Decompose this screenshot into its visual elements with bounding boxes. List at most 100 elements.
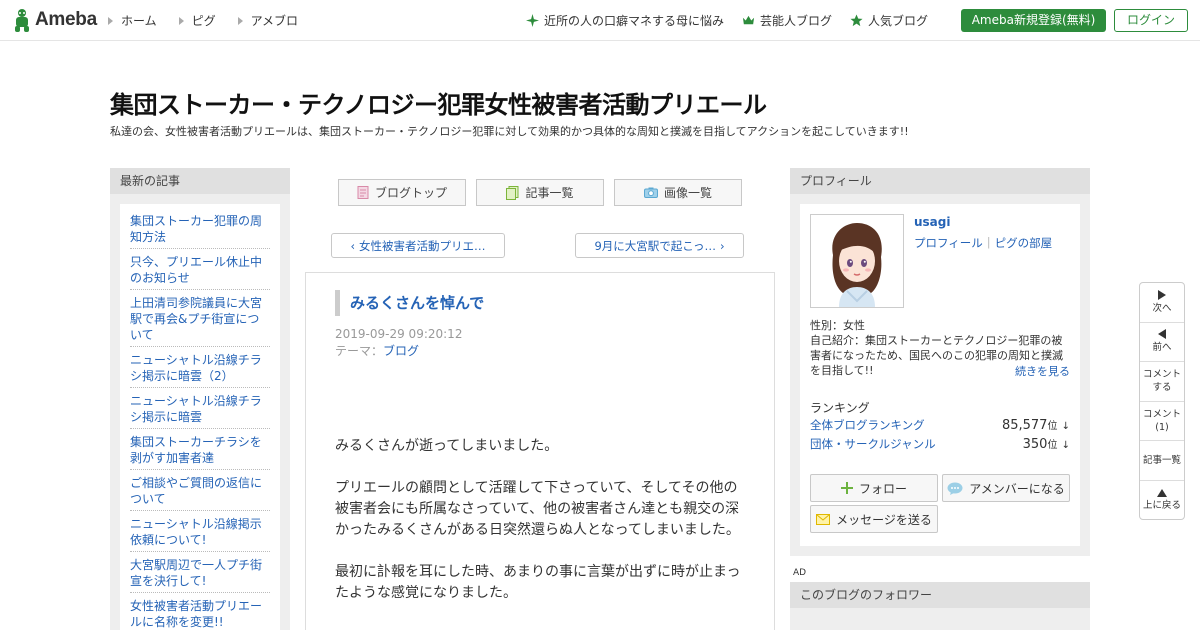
- article-theme: テーマ：ブログ: [335, 342, 419, 359]
- header-link-label: 人気ブログ: [868, 14, 929, 28]
- celebrity-blog-link[interactable]: 芸能人ブログ: [742, 12, 832, 29]
- followers-heading: このブログのフォロワー: [790, 582, 1090, 608]
- nav-label: アメブロ: [250, 14, 299, 28]
- article-title[interactable]: みるくさんを悼んで: [335, 290, 484, 316]
- nav-ameblo[interactable]: アメブロ: [237, 12, 299, 29]
- ranking-label[interactable]: 団体・サークルジャンル: [810, 436, 936, 452]
- next-article-link[interactable]: 9月に大宮駅で起こっ… ›: [575, 233, 744, 258]
- plus-icon: [840, 482, 853, 494]
- ranking-number: 350: [1022, 437, 1048, 452]
- caret-right-icon: [178, 16, 184, 25]
- trending-topic-link[interactable]: 近所の人の口癖マネする母に悩み: [526, 12, 724, 29]
- article-paragraph: みるくさんが逝ってしまいました。: [335, 438, 559, 454]
- speech-bubble-icon: [947, 482, 963, 495]
- tab-label: 画像一覧: [663, 186, 712, 200]
- article-list-button[interactable]: 記事一覧: [1140, 441, 1184, 481]
- login-button[interactable]: ログイン: [1114, 9, 1188, 32]
- float-nav-label: 上に戻る: [1142, 500, 1181, 512]
- comment-button[interactable]: コメント する: [1140, 362, 1184, 402]
- recent-articles-panel: 最新の記事 集団ストーカー犯罪の周知方法 只今、プリエール休止中のお知らせ 上田…: [110, 168, 290, 630]
- blog-title[interactable]: 集団ストーカー・テクノロジー犯罪女性被害者活動プリエール: [110, 85, 767, 120]
- article-date: 2019-09-29 09:20:12: [335, 327, 463, 341]
- nav-label: ピグ: [191, 14, 216, 28]
- crown-icon: [742, 15, 755, 25]
- next-article-title: 9月に大宮駅で起こっ…: [594, 238, 716, 253]
- profile-card: usagi プロフィール | ピグの部屋 性別：女性 自己紹介：集団ストーカーと…: [800, 204, 1080, 546]
- ad-label: AD: [793, 568, 807, 578]
- amember-label: アメンバーになる: [969, 481, 1065, 496]
- recent-article-link[interactable]: 女性被害者活動プリエールに名称を変更!!: [130, 597, 270, 630]
- send-message-button[interactable]: メッセージを送る: [810, 505, 938, 533]
- tab-blog-top[interactable]: ブログトップ: [338, 179, 466, 206]
- ranking-unit: 位: [1047, 440, 1058, 451]
- header-links: 近所の人の口癖マネする母に悩み 芸能人ブログ 人気ブログ: [526, 12, 928, 29]
- comment-count-button[interactable]: コメント (1): [1140, 402, 1184, 442]
- article-body: みるくさんが逝ってしまいました。 プリエールの顧問として活躍して下さっていて、そ…: [335, 436, 747, 625]
- prev-button[interactable]: 前へ: [1140, 323, 1184, 363]
- profile-link[interactable]: プロフィール: [914, 235, 983, 251]
- list-icon: [506, 185, 519, 200]
- register-button[interactable]: Ameba新規登録(無料): [961, 9, 1106, 32]
- chevron-left-icon: ‹: [350, 238, 356, 253]
- popular-blog-link[interactable]: 人気ブログ: [850, 12, 928, 29]
- recent-article-link[interactable]: ニューシャトル沿線チラシ掲示に暗雲（2）: [130, 351, 270, 388]
- message-label: メッセージを送る: [836, 512, 932, 527]
- ranking-value: 350位 ↓: [1023, 436, 1070, 452]
- recent-article-link[interactable]: 只今、プリエール休止中のお知らせ: [130, 253, 270, 290]
- ameba-logo[interactable]: Ameba: [12, 8, 97, 32]
- recent-article-link[interactable]: 上田清司参院議員に大宮駅で再会&プチ街宣について: [130, 294, 270, 347]
- nav-label: ホーム: [121, 14, 157, 28]
- profile-heading: プロフィール: [790, 168, 1090, 194]
- caret-right-icon: [237, 16, 243, 25]
- article-panel: みるくさんを悼んで 2019-09-29 09:20:12 テーマ：ブログ みる…: [305, 272, 775, 630]
- float-nav-label: コメント (1): [1142, 409, 1181, 434]
- link-separator: |: [986, 235, 991, 249]
- profile-gender: 性別：女性: [810, 319, 865, 332]
- ranking-number: 85,577: [1001, 418, 1048, 433]
- recent-article-link[interactable]: 集団ストーカー犯罪の周知方法: [130, 212, 270, 249]
- theme-link[interactable]: ブログ: [383, 344, 419, 358]
- recent-article-link[interactable]: ニューシャトル沿線チラシ掲示に暗雲: [130, 392, 270, 429]
- float-nav-label: 前へ: [1152, 342, 1172, 354]
- recent-article-link[interactable]: 大宮駅周辺で一人プチ街宣を決行して!: [130, 556, 270, 593]
- tab-image-list[interactable]: 画像一覧: [614, 179, 742, 206]
- next-button[interactable]: 次へ: [1140, 283, 1184, 323]
- rank-down-icon: ↓: [1061, 440, 1070, 451]
- recent-article-link[interactable]: 集団ストーカーチラシを剥がす加害者達: [130, 433, 270, 470]
- document-icon: [357, 186, 369, 199]
- profile-name[interactable]: usagi: [914, 215, 951, 229]
- read-more-link[interactable]: 続きを見る: [1015, 363, 1070, 379]
- arrow-up-icon: [1157, 489, 1167, 498]
- nav-pigg[interactable]: ピグ: [178, 12, 216, 29]
- ranking-row: 団体・サークルジャンル 350位 ↓: [810, 436, 1070, 452]
- global-header: Ameba ホーム ピグ アメブロ 近所の人の口癖マネする母に悩み 芸能人ブログ…: [0, 0, 1200, 41]
- ranking-unit: 位: [1047, 421, 1058, 432]
- ranking-value: 85,577位 ↓: [1002, 417, 1070, 433]
- prev-article-link[interactable]: ‹ 女性被害者活動プリエ…: [331, 233, 505, 258]
- ranking-heading: ランキング: [810, 401, 870, 415]
- blog-description: 私達の会、女性被害者活動プリエールは、集団ストーカー・テクノロジー犯罪に対して効…: [110, 125, 909, 138]
- ranking-label[interactable]: 全体ブログランキング: [810, 417, 925, 433]
- nav-home[interactable]: ホーム: [108, 12, 157, 29]
- back-to-top-button[interactable]: 上に戻る: [1140, 481, 1184, 521]
- article-paragraph: 最初に訃報を耳にした時、あまりの事に言葉が出ずに時が止まったような感覚になりまし…: [335, 564, 741, 601]
- recent-article-link[interactable]: ご相談やご質問の返信について: [130, 474, 270, 511]
- floating-nav: 次へ 前へ コメント する コメント (1) 記事一覧 上に戻る: [1139, 282, 1185, 520]
- amember-button[interactable]: アメンバーになる: [942, 474, 1070, 502]
- recent-article-link[interactable]: ニューシャトル沿線掲示依頼について!: [130, 515, 270, 552]
- theme-label: テーマ：: [335, 344, 384, 358]
- envelope-icon: [816, 513, 831, 525]
- header-link-label: 近所の人の口癖マネする母に悩み: [544, 14, 725, 28]
- prev-article-title: 女性被害者活動プリエ…: [359, 238, 486, 253]
- header-link-label: 芸能人ブログ: [760, 14, 833, 28]
- tab-article-list[interactable]: 記事一覧: [476, 179, 604, 206]
- ranking-row: 全体ブログランキング 85,577位 ↓: [810, 417, 1070, 433]
- avatar[interactable]: [810, 214, 904, 308]
- chevron-right-icon: ›: [719, 238, 725, 253]
- profile-links: プロフィール | ピグの部屋: [914, 235, 1052, 251]
- float-nav-label: 記事一覧: [1142, 455, 1181, 467]
- follow-button[interactable]: フォロー: [810, 474, 938, 502]
- global-nav: ホーム ピグ アメブロ: [108, 12, 298, 29]
- pigg-room-link[interactable]: ピグの部屋: [995, 235, 1053, 251]
- arrow-right-icon: [1158, 289, 1166, 300]
